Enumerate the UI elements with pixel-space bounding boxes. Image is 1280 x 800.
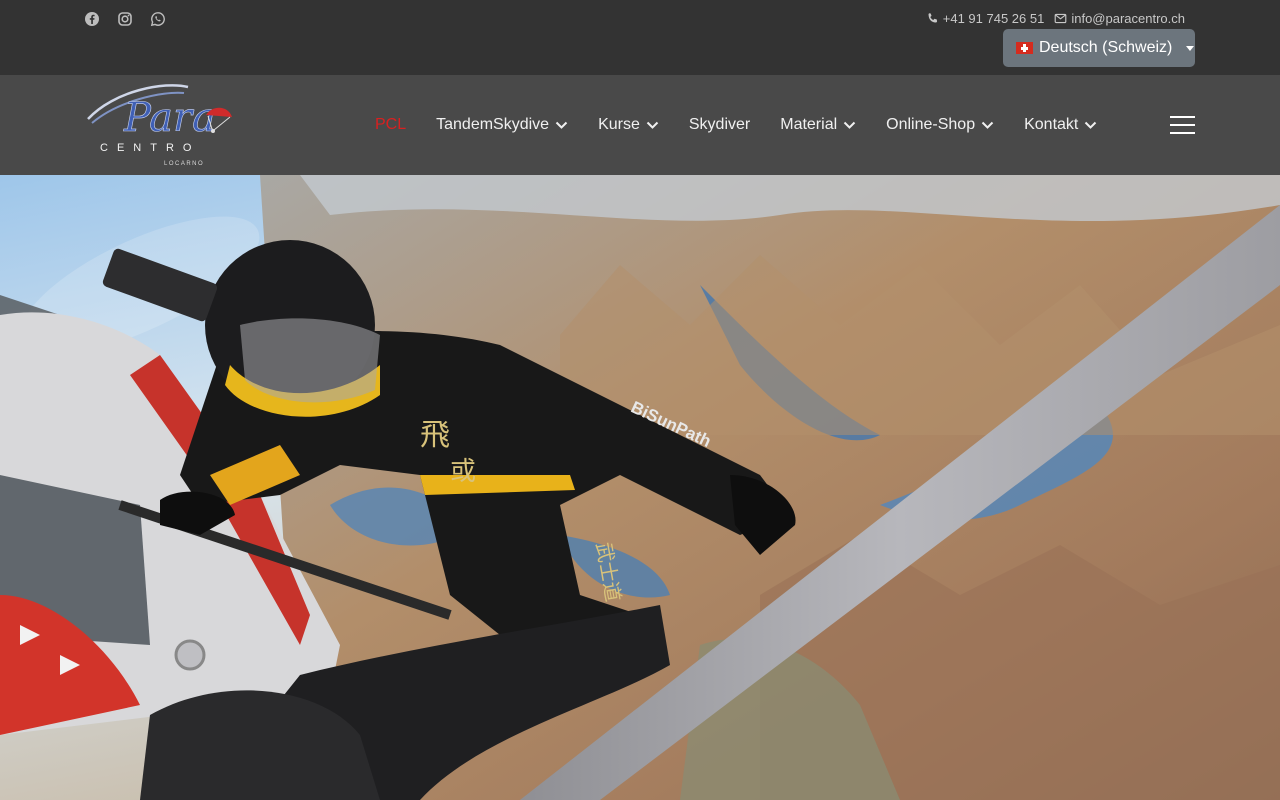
facebook-icon[interactable] (84, 11, 100, 27)
nav-item-skydiver[interactable]: Skydiver (689, 116, 750, 134)
phone-number: +41 91 745 26 51 (942, 11, 1045, 26)
phone-link[interactable]: +41 91 745 26 51 (926, 11, 1045, 26)
email-link[interactable]: info@paracentro.ch (1054, 11, 1185, 26)
nav-label: Material (780, 116, 838, 133)
instagram-icon[interactable] (117, 11, 133, 27)
chevron-down-icon (1085, 121, 1097, 129)
chevron-down-icon (646, 121, 659, 129)
phone-icon (926, 12, 939, 25)
top-bar: +41 91 745 26 51 info@paracentro.ch Deut… (0, 0, 1280, 75)
chevron-down-icon (981, 121, 994, 129)
nav-label: Skydiver (688, 116, 751, 133)
nav-item-online-shop[interactable]: Online-Shop (886, 116, 994, 134)
swiss-flag-icon (1016, 42, 1033, 54)
nav-item-material[interactable]: Material (780, 116, 856, 134)
envelope-icon (1054, 12, 1067, 25)
jumpsuit-text-1: 飛 (420, 418, 450, 453)
nav-item-pcl[interactable]: PCL (375, 116, 406, 134)
nav-item-tandemskydive[interactable]: TandemSkydive (436, 116, 568, 134)
hamburger-icon[interactable] (1170, 116, 1195, 134)
caret-down-icon (1186, 45, 1195, 51)
hero-skydiving-scene: 飛 或 武士道 BiSunPath (0, 175, 1280, 800)
nav-item-kontakt[interactable]: Kontakt (1024, 116, 1097, 134)
nav-label: Kontakt (1024, 116, 1079, 133)
nav-label: Kurse (598, 116, 640, 133)
logo-wordmark: Para (123, 95, 216, 141)
nav-item-kurse[interactable]: Kurse (598, 116, 659, 134)
logo-name: CENTRO (100, 142, 200, 154)
email-address: info@paracentro.ch (1071, 11, 1185, 26)
jumpsuit-text-2: 或 (450, 457, 476, 487)
main-menu: PCL TandemSkydive Kurse Skydiver Materia… (375, 75, 1127, 175)
social-links (84, 11, 166, 27)
language-dropdown[interactable]: Deutsch (Schweiz) (1003, 29, 1195, 67)
language-label: Deutsch (Schweiz) (1039, 39, 1173, 56)
paracentro-logo[interactable]: Para CENTRO LOCARNO (84, 79, 236, 171)
whatsapp-icon[interactable] (150, 11, 166, 27)
main-navbar: Para CENTRO LOCARNO PCL TandemSkydive Ku… (0, 75, 1280, 175)
nav-label: Online-Shop (886, 116, 976, 133)
hero-image: 飛 或 武士道 BiSunPath (0, 175, 1280, 800)
nav-label: PCL (375, 116, 407, 133)
nav-label: TandemSkydive (436, 116, 550, 133)
chevron-down-icon (555, 121, 568, 129)
chevron-down-icon (843, 121, 856, 129)
logo-place: LOCARNO (164, 161, 204, 167)
contact-info: +41 91 745 26 51 info@paracentro.ch (926, 11, 1185, 26)
